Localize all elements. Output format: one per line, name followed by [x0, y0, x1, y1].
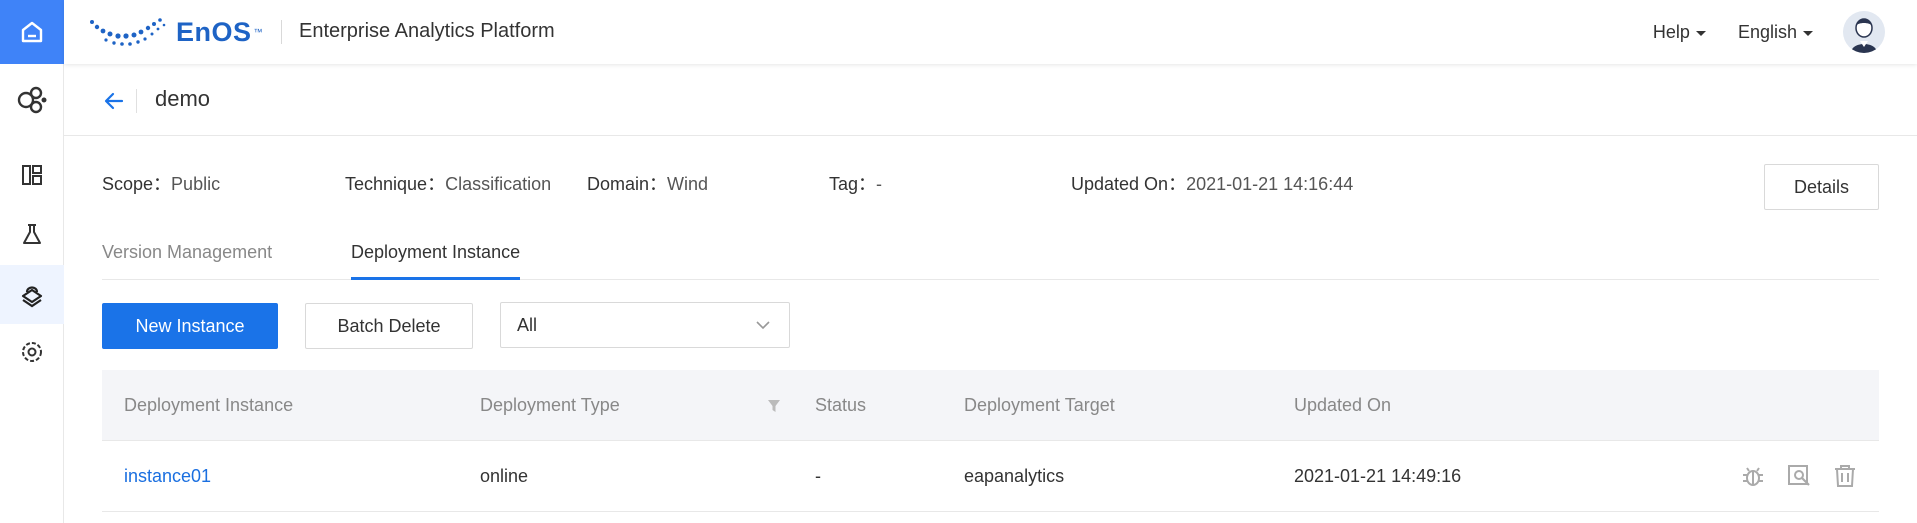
caret-down-icon: [1803, 30, 1813, 36]
help-menu[interactable]: Help: [1653, 22, 1706, 43]
user-avatar[interactable]: [1843, 11, 1885, 53]
meta-updated-key: Updated On：: [1071, 174, 1187, 194]
meta-technique: Technique：Classification: [345, 170, 551, 196]
enos-logo[interactable]: EnOS ™: [88, 16, 263, 48]
meta-scope: Scope：Public: [102, 170, 220, 196]
dashboard-icon: [22, 164, 42, 185]
meta-domain-value: Wind: [667, 174, 709, 194]
tab-version-management[interactable]: Version Management: [102, 242, 272, 277]
column-header-status: Status: [815, 395, 867, 415]
meta-scope-key: Scope：: [102, 174, 172, 194]
batch-delete-button[interactable]: Batch Delete: [305, 303, 473, 349]
settings-icon: [22, 341, 42, 362]
meta-updated-value: 2021-01-21 14:16:44: [1186, 174, 1354, 194]
help-label: Help: [1652, 21, 1690, 42]
debug-bug-icon[interactable]: [1740, 463, 1766, 489]
deployment-instance-table: Deployment Instance Deployment Type Stat…: [102, 370, 1879, 512]
sidebar-item-settings[interactable]: [0, 322, 64, 381]
header-divider: [281, 20, 282, 44]
status-filter-select[interactable]: All: [500, 302, 790, 348]
page-header: demo: [64, 64, 1917, 136]
column-header-target: Deployment Target: [964, 395, 1115, 415]
sidebar-item-model-hub[interactable]: [0, 70, 64, 129]
enos-dots-logo-icon: [90, 18, 166, 46]
table-header: Deployment Instance Deployment Type Stat…: [102, 370, 1879, 441]
app-title: Enterprise Analytics Platform: [299, 20, 555, 42]
caret-down-icon: [1695, 30, 1706, 36]
delete-trash-icon[interactable]: [1832, 463, 1858, 489]
meta-tag-key: Tag：: [829, 174, 877, 194]
chevron-down-icon: [756, 321, 770, 330]
home-button[interactable]: [0, 0, 64, 64]
meta-updated-on: Updated On：2021-01-21 14:16:44: [1071, 170, 1353, 196]
meta-domain: Domain：Wind: [587, 170, 708, 196]
table-row: instance01 online - eapanalytics 2021-01…: [102, 441, 1879, 512]
instance-name-link[interactable]: instance01: [124, 466, 211, 487]
language-menu[interactable]: English: [1738, 22, 1813, 43]
view-detail-icon[interactable]: [1786, 463, 1812, 489]
meta-scope-value: Public: [171, 174, 221, 194]
sidebar: [0, 0, 64, 523]
meta-tag-value: -: [876, 174, 883, 194]
back-arrow-icon[interactable]: [102, 89, 126, 113]
home-icon: [21, 21, 43, 43]
brand-name: EnOS: [176, 16, 252, 47]
status-filter-value: All: [517, 314, 538, 335]
deployment-target-cell: eapanalytics: [964, 466, 1065, 486]
sidebar-item-lab[interactable]: [0, 204, 64, 263]
tab-bar: Version Management Deployment Instance: [102, 236, 1879, 280]
column-header-updated-on: Updated On: [1294, 395, 1392, 415]
page-title: demo: [155, 86, 211, 111]
top-bar: EnOS ™ Enterprise Analytics Platform Hel…: [64, 0, 1917, 64]
meta-technique-value: Classification: [445, 174, 552, 194]
column-header-type: Deployment Type: [480, 395, 620, 415]
model-hub-icon: [17, 86, 47, 113]
deployment-type-cell: online: [480, 466, 529, 486]
model-deploy-icon: [21, 285, 43, 307]
header-divider: [136, 89, 137, 113]
status-cell: -: [815, 466, 821, 486]
updated-on-cell: 2021-01-21 14:49:16: [1294, 466, 1462, 486]
tab-deployment-instance[interactable]: Deployment Instance: [351, 242, 521, 280]
language-label: English: [1737, 21, 1797, 42]
filter-funnel-icon[interactable]: [766, 398, 782, 414]
details-button[interactable]: Details: [1764, 164, 1879, 210]
user-avatar-icon: [1843, 11, 1885, 53]
sidebar-item-model-deploy[interactable]: [0, 265, 64, 324]
lab-flask-icon: [23, 223, 41, 244]
column-header-instance: Deployment Instance: [124, 395, 294, 415]
new-instance-button[interactable]: New Instance: [102, 303, 278, 349]
meta-domain-key: Domain：: [587, 174, 668, 194]
meta-technique-key: Technique：: [345, 174, 446, 194]
meta-tag: Tag：-: [829, 170, 882, 196]
sidebar-item-dashboard[interactable]: [0, 145, 64, 204]
brand-trademark: ™: [253, 27, 263, 37]
